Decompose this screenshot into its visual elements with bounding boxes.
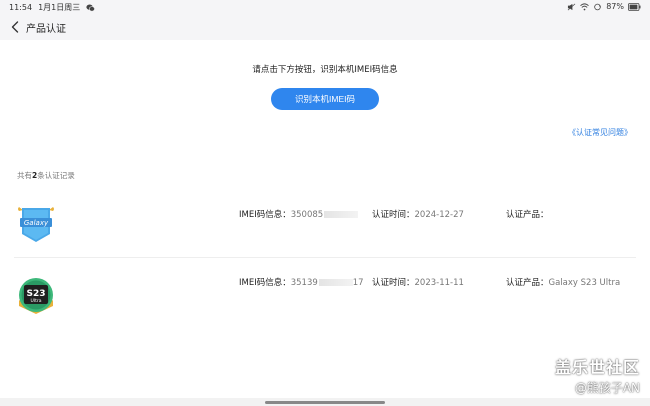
- imei-tail: 17: [352, 278, 364, 288]
- wifi-icon: [580, 2, 590, 10]
- sync-icon: [594, 3, 601, 10]
- imei-mask: [324, 211, 359, 218]
- record-count-suffix: 条认证记录: [37, 171, 75, 180]
- time-field: 认证时间：2024-12-27: [372, 208, 464, 220]
- battery-level: 87%: [606, 2, 624, 11]
- imei-prompt: 请点击下方按钮，识别本机IMEI码信息: [252, 65, 398, 75]
- galaxy-badge-icon: Galaxy: [18, 207, 54, 242]
- time-value: 2023-11-11: [414, 278, 464, 288]
- record-row[interactable]: S23 Ultra IMEI码信息：35139 17 认证时间：2023-11-1…: [14, 258, 636, 324]
- battery-icon: [628, 2, 641, 11]
- status-date: 1月1日周三: [38, 3, 81, 12]
- s23-ultra-badge-icon: S23 Ultra: [19, 278, 53, 314]
- record-count-prefix: 共有: [17, 171, 32, 180]
- product-field: 认证产品：Galaxy S23 Ultra: [506, 276, 620, 288]
- chevron-left-icon: [11, 21, 19, 33]
- status-time: 11:54: [9, 3, 33, 12]
- page-title: 产品认证: [26, 24, 66, 35]
- time-value: 2024-12-27: [414, 210, 464, 220]
- time-label: 认证时间：: [372, 278, 415, 288]
- app-header: 产品认证: [0, 14, 650, 40]
- record-count: 共有2条认证记录: [17, 170, 75, 181]
- status-right: 87%: [567, 2, 641, 11]
- imei-label: IMEI码信息：: [239, 278, 291, 288]
- watermark-author: @熊孩子AN: [574, 381, 640, 395]
- home-indicator[interactable]: [265, 401, 385, 404]
- galaxy-badge-label: Galaxy: [24, 219, 49, 227]
- wechat-icon: [86, 3, 96, 11]
- imei-field: IMEI码信息：350085: [239, 208, 359, 220]
- back-button[interactable]: [8, 19, 22, 35]
- faq-link[interactable]: 《认证常见问题》: [568, 127, 632, 138]
- imei-field: IMEI码信息：35139 17: [239, 276, 364, 288]
- product-label: 认证产品：: [506, 278, 549, 288]
- product-value: Galaxy S23 Ultra: [548, 278, 621, 288]
- mute-icon: [567, 3, 576, 10]
- identify-imei-button[interactable]: 识别本机IMEI码: [271, 88, 379, 110]
- watermark: 盖乐世社区 @熊孩子AN: [555, 354, 640, 396]
- status-bar: 11:54 1月1日周三 87%: [0, 0, 650, 14]
- time-label: 认证时间：: [372, 210, 415, 220]
- imei-value: 35139: [290, 278, 318, 288]
- imei-value: 350085: [290, 210, 324, 220]
- product-field: 认证产品：: [506, 208, 549, 220]
- watermark-title: 盖乐世社区: [554, 358, 640, 377]
- status-left: 11:54 1月1日周三: [9, 2, 96, 13]
- record-row[interactable]: Galaxy IMEI码信息：350085 认证时间：2024-12-27 认证…: [14, 192, 636, 258]
- s23-badge-sublabel: Ultra: [31, 298, 42, 304]
- product-label: 认证产品：: [506, 210, 549, 220]
- imei-mask: [318, 279, 353, 286]
- imei-label: IMEI码信息：: [239, 210, 291, 220]
- s23-badge-label: S23: [26, 289, 45, 299]
- time-field: 认证时间：2023-11-11: [372, 276, 464, 288]
